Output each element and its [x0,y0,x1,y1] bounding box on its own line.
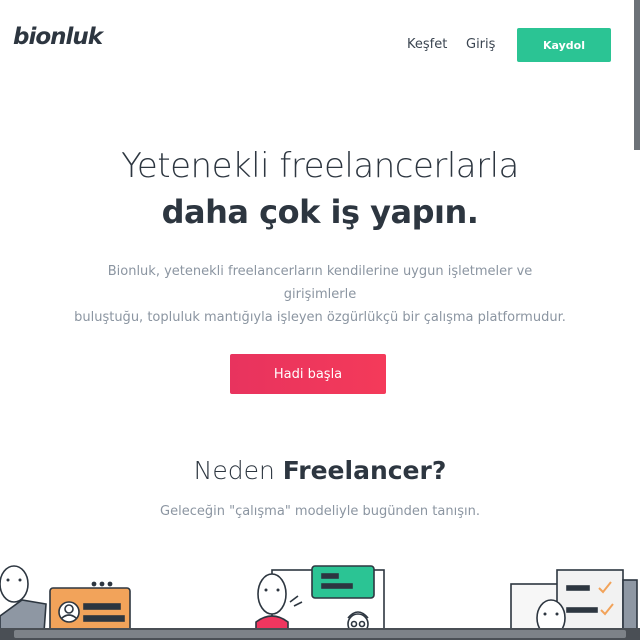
nav-login-link[interactable]: Giriş [466,37,495,52]
hero-title-line1: Yetenekli freelancerlarla [121,146,519,186]
illustration-chat [255,565,385,632]
horizontal-scrollbar-thumb[interactable] [14,630,626,638]
nav-explore-link[interactable]: Keşfet [407,37,447,52]
why-title-bold: Freelancer? [282,456,447,485]
site-header: bionluk Keşfet Giriş Kaydol [0,0,640,88]
vertical-scrollbar[interactable] [634,0,640,150]
hero-title-line2: daha çok iş yapın. [161,193,479,231]
hero-description-line1: Bionluk, yetenekli freelancerların kendi… [107,264,533,302]
hero-description: Bionluk, yetenekli freelancerların kendi… [70,260,570,329]
hero-description-line2: buluştuğu, topluluk mantığıyla işleyen ö… [74,310,566,325]
get-started-button[interactable]: Hadi başla [230,354,386,394]
why-freelancer-heading: Neden Freelancer? [0,456,640,485]
illustration-checklist [510,569,638,632]
bionluk-logo[interactable]: bionluk [13,24,103,50]
illustration-profile-card [0,565,131,632]
why-freelancer-subtitle: Geleceğin "çalışma" modeliyle bugünden t… [160,504,480,519]
signup-button[interactable]: Kaydol [517,28,611,62]
why-title-light: Neden [193,456,283,485]
